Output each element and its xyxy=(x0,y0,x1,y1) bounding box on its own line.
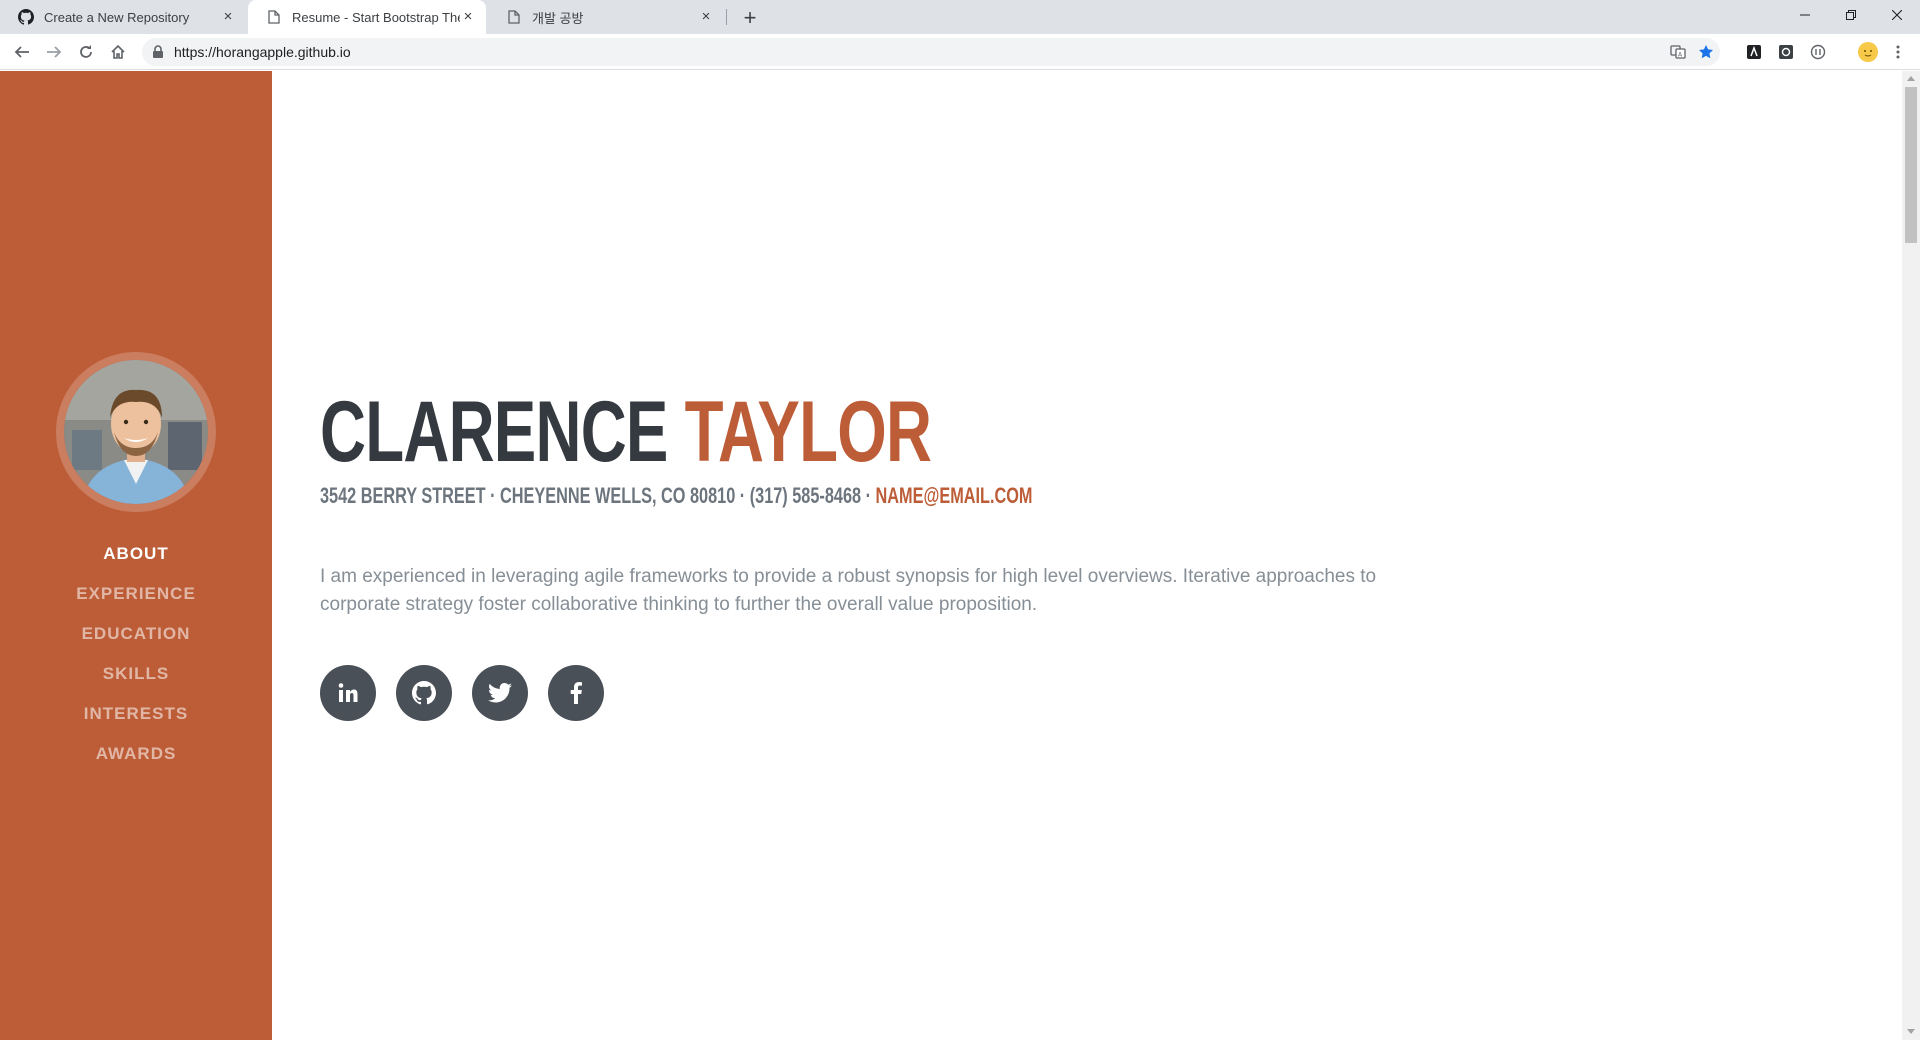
scrollbar[interactable] xyxy=(1902,71,1920,1040)
github-icon xyxy=(18,9,34,25)
github-icon xyxy=(412,681,436,705)
profile-avatar-icon[interactable] xyxy=(1858,42,1878,62)
email-link[interactable]: NAME@EMAIL.COM xyxy=(876,483,1033,508)
nav-skills[interactable]: SKILLS xyxy=(0,654,272,694)
page-icon xyxy=(266,9,282,25)
tab-divider xyxy=(726,9,727,25)
arrow-left-icon xyxy=(14,46,29,58)
about-section: CLARENCE TAYLOR 3542 BERRY STREET · CHEY… xyxy=(272,71,1902,1040)
linkedin-button[interactable] xyxy=(320,665,376,721)
tab-strip: Create a New Repository × Resume - Start… xyxy=(0,0,1920,34)
home-button[interactable] xyxy=(104,38,132,66)
scroll-up-arrow[interactable] xyxy=(1907,76,1915,81)
intro-paragraph: I am experienced in leveraging agile fra… xyxy=(320,566,1377,615)
tab-title: Resume - Start Bootstrap Theme xyxy=(292,9,460,25)
first-name: CLARENCE xyxy=(320,384,668,480)
home-icon xyxy=(111,44,125,59)
scroll-down-arrow[interactable] xyxy=(1907,1029,1915,1034)
scrollbar-thumb[interactable] xyxy=(1905,87,1917,243)
social-links xyxy=(320,665,604,721)
arrow-right-icon xyxy=(47,46,62,58)
minimize-button[interactable] xyxy=(1782,0,1828,30)
linkedin-icon xyxy=(338,683,358,702)
tab-title: 개발 공방 xyxy=(532,10,584,26)
extension-c-icon[interactable] xyxy=(1810,44,1826,60)
nav-awards[interactable]: AWARDS xyxy=(0,734,272,774)
sidebar-nav: ABOUT EXPERIENCE EDUCATION SKILLS INTERE… xyxy=(0,534,272,774)
browser-toolbar: https://horangapple.github.io A xyxy=(0,34,1920,70)
github-button[interactable] xyxy=(396,665,452,721)
twitter-button[interactable] xyxy=(472,665,528,721)
kebab-menu-icon[interactable] xyxy=(1890,44,1906,60)
close-icon[interactable]: × xyxy=(460,9,476,25)
reload-button[interactable] xyxy=(72,38,100,66)
star-icon[interactable] xyxy=(1698,44,1714,60)
facebook-icon xyxy=(570,682,582,704)
restore-button[interactable] xyxy=(1828,0,1874,30)
page-title: CLARENCE TAYLOR xyxy=(320,389,932,475)
new-tab-button[interactable]: + xyxy=(736,4,764,32)
extension-b-icon[interactable] xyxy=(1778,44,1794,60)
page-icon xyxy=(506,9,522,25)
tab-dev-workshop[interactable]: 개발 공방 × xyxy=(488,0,724,34)
nav-experience[interactable]: EXPERIENCE xyxy=(0,574,272,614)
profile-photo xyxy=(56,352,216,512)
nav-interests[interactable]: INTERESTS xyxy=(0,694,272,734)
lock-icon xyxy=(153,45,163,58)
last-name: TAYLOR xyxy=(684,384,932,480)
twitter-icon xyxy=(488,683,512,703)
nav-about[interactable]: ABOUT xyxy=(0,534,272,574)
reload-icon xyxy=(80,45,92,58)
close-icon[interactable]: × xyxy=(698,9,714,25)
page-viewport: ABOUT EXPERIENCE EDUCATION SKILLS INTERE… xyxy=(0,71,1920,1040)
facebook-button[interactable] xyxy=(548,665,604,721)
close-window-button[interactable] xyxy=(1874,0,1920,30)
translate-icon[interactable]: A xyxy=(1670,44,1686,60)
address-text: 3542 BERRY STREET · CHEYENNE WELLS, CO 8… xyxy=(320,483,876,508)
nav-education[interactable]: EDUCATION xyxy=(0,614,272,654)
sidebar: ABOUT EXPERIENCE EDUCATION SKILLS INTERE… xyxy=(0,71,272,1040)
contact-line: 3542 BERRY STREET · CHEYENNE WELLS, CO 8… xyxy=(320,483,1032,509)
tab-create-repository[interactable]: Create a New Repository × xyxy=(0,0,246,34)
tab-title: Create a New Repository xyxy=(44,9,190,25)
close-icon[interactable]: × xyxy=(220,9,236,25)
forward-button[interactable] xyxy=(40,38,68,66)
back-button[interactable] xyxy=(8,38,36,66)
url-text: https://horangapple.github.io xyxy=(174,44,351,60)
extension-a-icon[interactable] xyxy=(1746,44,1762,60)
address-bar[interactable]: https://horangapple.github.io A xyxy=(142,38,1720,66)
tab-resume[interactable]: Resume - Start Bootstrap Theme × xyxy=(248,0,486,34)
